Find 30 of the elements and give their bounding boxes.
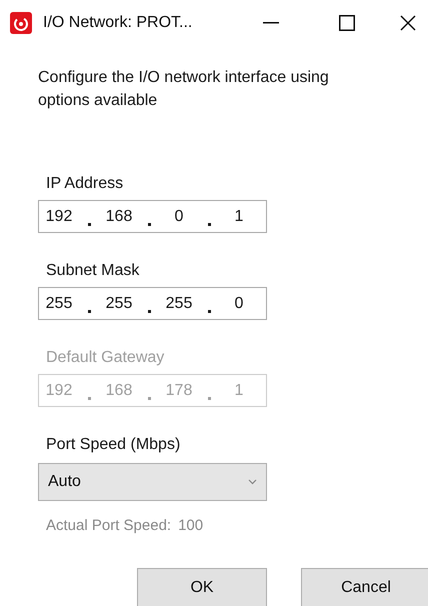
close-icon	[400, 15, 416, 31]
octet-text: 192	[44, 206, 74, 226]
octet-text: 255	[164, 294, 194, 314]
port-speed-label: Port Speed (Mbps)	[46, 435, 182, 455]
octet-text: 168	[104, 206, 134, 226]
octet-text: 255	[44, 294, 74, 314]
octet-text: 178	[164, 380, 194, 400]
octet-text: 192	[44, 380, 74, 400]
chevron-down-icon	[248, 479, 257, 485]
octet-text: 168	[104, 380, 134, 400]
field-label: Subnet Mask	[46, 261, 140, 281]
description-text: Configure the I/O network interface using options available	[38, 68, 330, 111]
actual-speed-label: Actual Port Speed:	[46, 516, 172, 536]
app-logo-icon	[10, 12, 32, 34]
actual-speed-value: 100	[178, 516, 204, 536]
octet-text: 0	[234, 294, 244, 314]
field-label: IP Address	[46, 174, 124, 194]
ok-button[interactable]: OK	[137, 568, 267, 606]
window-title: I/O Network: PROT...	[43, 13, 192, 33]
cancel-button[interactable]: Cancel	[301, 568, 428, 606]
field-label: Default Gateway	[46, 348, 166, 368]
octet-text: 1	[234, 206, 244, 226]
ip-address-field[interactable]: 192 168 0 1	[38, 200, 267, 233]
port-speed-dropdown[interactable]: Auto	[38, 463, 267, 501]
ip-address-field[interactable]: 255 255 255 0	[38, 287, 267, 320]
maximize-icon	[339, 15, 355, 31]
octet-text: 255	[104, 294, 134, 314]
minimize-icon	[263, 22, 279, 24]
octet-text: 1	[234, 380, 244, 400]
octet-text: 0	[174, 206, 184, 226]
